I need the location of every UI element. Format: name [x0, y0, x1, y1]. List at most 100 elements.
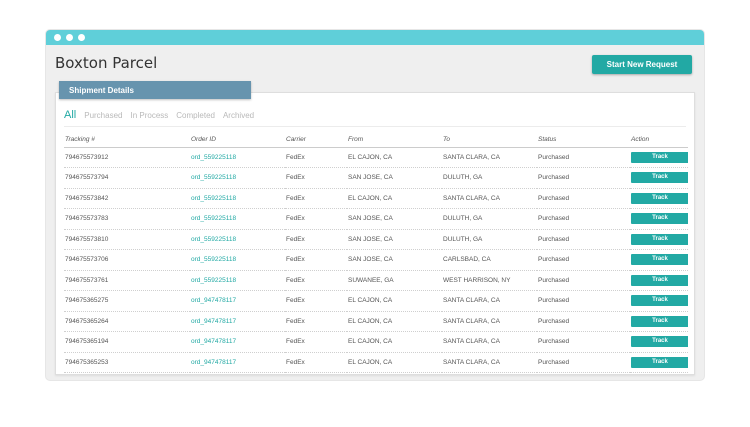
action-cell: Track: [630, 352, 688, 373]
order-id-link[interactable]: ord_559225118: [191, 256, 236, 263]
table-row: 794675573794 ord_559225118 FedEx SAN JOSE, …: [64, 167, 688, 189]
action-cell: Track: [630, 147, 688, 168]
tracking-number: 794675573794: [64, 167, 190, 189]
tracking-number: 794675365275: [64, 290, 190, 312]
table-row: 794675365275 ord_947478117 FedEx EL CAJON, …: [64, 290, 688, 312]
track-button[interactable]: Track: [631, 213, 688, 225]
order-id-link[interactable]: ord_559225118: [191, 195, 236, 202]
carrier-cell: FedEx: [285, 311, 347, 332]
status-cell: Purchased: [537, 229, 630, 250]
action-cell: Track: [630, 249, 688, 271]
window-titlebar: [46, 30, 704, 45]
action-cell: Track: [630, 290, 688, 312]
track-button[interactable]: Track: [631, 356, 688, 368]
carrier-cell: FedEx: [285, 229, 347, 250]
order-id-link[interactable]: ord_947478117: [191, 318, 236, 325]
window-dot-icon: [66, 34, 73, 41]
action-cell: Track: [630, 208, 688, 230]
tracking-number: 794675573912: [64, 147, 190, 168]
carrier-cell: FedEx: [285, 290, 347, 312]
from-cell: EL CAJON, CA: [347, 311, 442, 332]
carrier-cell: FedEx: [285, 208, 347, 230]
order-id-link[interactable]: ord_947478117: [191, 297, 236, 304]
section-label: Shipment Details: [59, 81, 251, 99]
filter-tab-in-process[interactable]: In Process: [130, 111, 168, 120]
track-button[interactable]: Track: [631, 315, 688, 327]
to-cell: SANTA CLARA, CA: [442, 352, 537, 373]
filter-tab-archived[interactable]: Archived: [223, 111, 254, 120]
carrier-cell: FedEx: [285, 147, 347, 168]
carrier-cell: FedEx: [285, 188, 347, 209]
app-window: Boxton Parcel Start New Request All Purch…: [46, 30, 704, 380]
order-id-link[interactable]: ord_947478117: [191, 338, 236, 345]
order-id-link[interactable]: ord_559225118: [191, 277, 236, 284]
order-id-link[interactable]: ord_559225118: [191, 154, 236, 161]
status-cell: Purchased: [537, 147, 630, 168]
order-id-cell: ord_559225118: [190, 249, 285, 271]
to-cell: SANTA CLARA, CA: [442, 290, 537, 312]
start-new-request-button[interactable]: Start New Request: [592, 55, 692, 74]
tracking-number: 794675573842: [64, 188, 190, 209]
column-header: Action: [630, 133, 688, 148]
to-cell: WEST HARRISON, NY: [442, 270, 537, 291]
action-cell: Track: [630, 229, 688, 250]
from-cell: SAN JOSE, CA: [347, 167, 442, 189]
from-cell: SAN JOSE, CA: [347, 208, 442, 230]
carrier-cell: FedEx: [285, 270, 347, 291]
order-id-cell: ord_947478117: [190, 311, 285, 332]
shipments-card: All Purchased In Process Completed Archived …: [55, 92, 695, 375]
track-button[interactable]: Track: [631, 192, 688, 204]
from-cell: SUWANEE, GA: [347, 270, 442, 291]
to-cell: CARLSBAD, CA: [442, 249, 537, 271]
track-button[interactable]: Track: [631, 295, 688, 307]
status-cell: Purchased: [537, 331, 630, 353]
table-row: 794675573761 ord_559225118 FedEx SUWANEE, G…: [64, 270, 688, 291]
carrier-cell: FedEx: [285, 352, 347, 373]
column-header: From: [347, 133, 442, 148]
status-cell: Purchased: [537, 208, 630, 230]
track-button[interactable]: Track: [631, 254, 688, 266]
action-cell: Track: [630, 311, 688, 332]
divider: [64, 126, 686, 127]
tracking-number: 794675573706: [64, 249, 190, 271]
status-cell: Purchased: [537, 249, 630, 271]
table-row: 794675573912 ord_559225118 FedEx EL CAJON, …: [64, 147, 688, 168]
order-id-link[interactable]: ord_559225118: [191, 174, 236, 181]
from-cell: SAN JOSE, CA: [347, 249, 442, 271]
order-id-cell: ord_559225118: [190, 188, 285, 209]
to-cell: DULUTH, GA: [442, 167, 537, 189]
carrier-cell: FedEx: [285, 331, 347, 353]
order-id-cell: ord_947478117: [190, 331, 285, 353]
to-cell: SANTA CLARA, CA: [442, 147, 537, 168]
tracking-number: 794675365253: [64, 352, 190, 373]
track-button[interactable]: Track: [631, 336, 688, 348]
page-title: Boxton Parcel: [55, 54, 158, 72]
column-header: To: [442, 133, 537, 148]
filter-tab-purchased[interactable]: Purchased: [84, 111, 122, 120]
filter-tab-completed[interactable]: Completed: [176, 111, 215, 120]
tracking-number: 794675573810: [64, 229, 190, 250]
order-id-cell: ord_559225118: [190, 208, 285, 230]
to-cell: SANTA CLARA, CA: [442, 188, 537, 209]
tracking-number: 794675573783: [64, 208, 190, 230]
track-button[interactable]: Track: [631, 172, 688, 184]
order-id-link[interactable]: ord_559225118: [191, 215, 236, 222]
track-button[interactable]: Track: [631, 151, 688, 163]
table-header-row: Tracking # Order ID Carrier From To Status Act…: [64, 133, 688, 148]
tracking-number: 794675573761: [64, 270, 190, 291]
status-cell: Purchased: [537, 311, 630, 332]
filter-tab-all[interactable]: All: [64, 109, 76, 121]
table-row: 794675573706 ord_559225118 FedEx SAN JOSE, …: [64, 249, 688, 271]
track-button[interactable]: Track: [631, 233, 688, 245]
track-button[interactable]: Track: [631, 274, 688, 286]
to-cell: DULUTH, GA: [442, 229, 537, 250]
table-row: 794675573783 ord_559225118 FedEx SAN JOSE, …: [64, 208, 688, 230]
order-id-link[interactable]: ord_559225118: [191, 236, 236, 243]
order-id-link[interactable]: ord_947478117: [191, 359, 236, 366]
action-cell: Track: [630, 331, 688, 353]
table-row: 794675573842 ord_559225118 FedEx EL CAJON, …: [64, 188, 688, 209]
table-row: 794675365194 ord_947478117 FedEx EL CAJON, …: [64, 331, 688, 353]
column-header: Tracking #: [64, 133, 190, 148]
column-header: Status: [537, 133, 630, 148]
to-cell: SANTA CLARA, CA: [442, 331, 537, 353]
